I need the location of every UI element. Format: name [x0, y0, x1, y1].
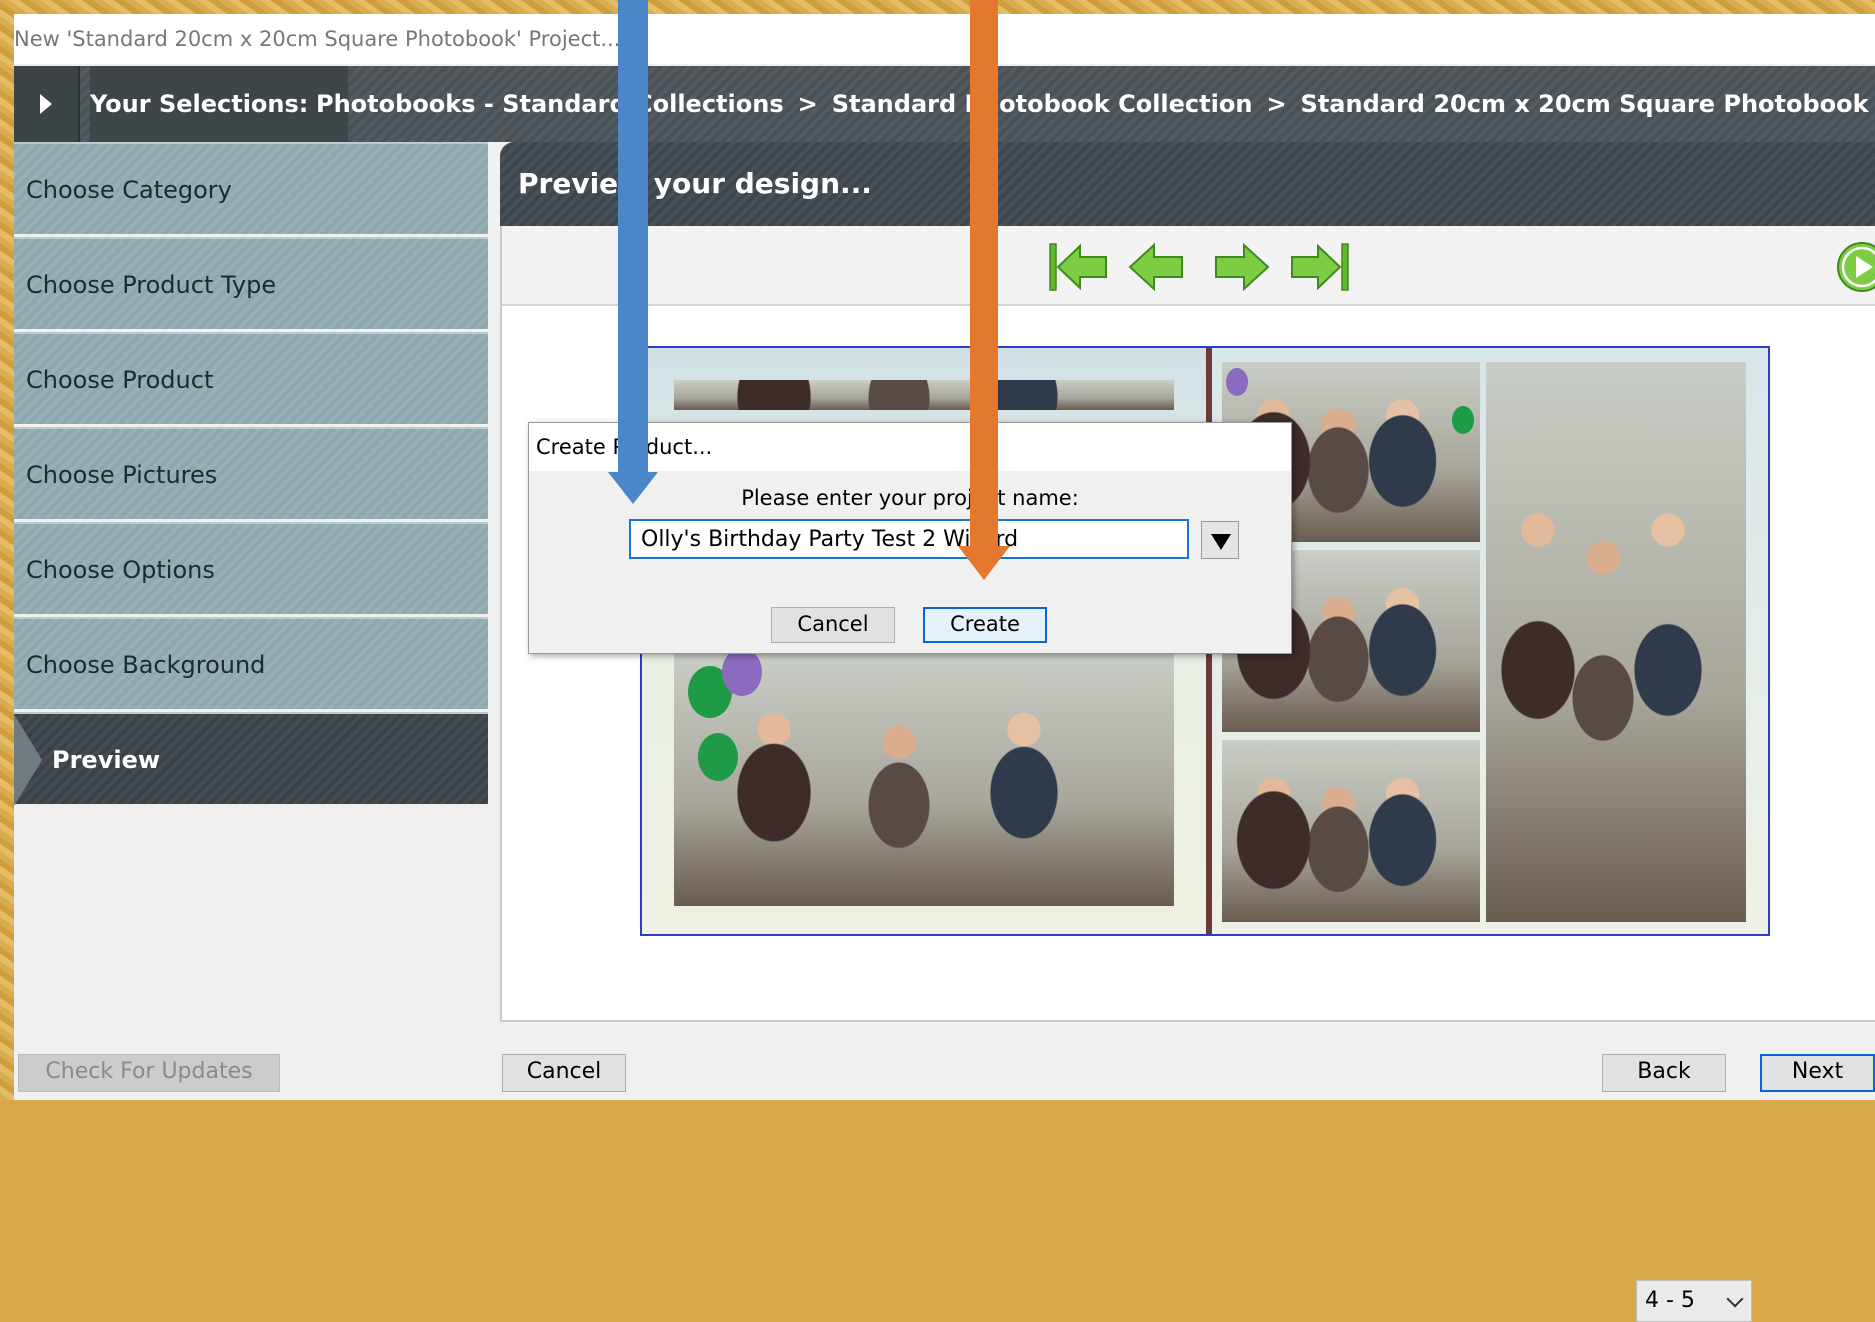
chevron-down-icon [1726, 1290, 1744, 1308]
balloon-decoration [698, 733, 738, 781]
window-title-bar: New 'Standard 20cm x 20cm Square Photobo… [14, 14, 1875, 64]
step-choose-options[interactable]: Choose Options [14, 522, 488, 614]
annotation-arrow-blue [608, 0, 658, 504]
breadcrumb-item-category[interactable]: Photobooks - Standard Collections [316, 90, 784, 118]
previous-page-icon[interactable] [1126, 240, 1188, 294]
last-page-icon[interactable] [1288, 240, 1350, 294]
app-window: New 'Standard 20cm x 20cm Square Photobo… [14, 14, 1875, 1322]
step-choose-category[interactable]: Choose Category [14, 142, 488, 234]
check-for-updates-button[interactable]: Check For Updates [18, 1054, 280, 1092]
balloon-decoration [1226, 368, 1248, 396]
expand-arrow-icon[interactable] [14, 66, 80, 142]
photo-couple-portrait [1486, 362, 1746, 922]
step-choose-product[interactable]: Choose Product [14, 332, 488, 424]
breadcrumb-separator: > [1266, 90, 1287, 118]
play-slideshow-icon[interactable] [1835, 240, 1875, 294]
photo-top-left [674, 380, 1174, 410]
step-choose-product-type[interactable]: Choose Product Type [14, 237, 488, 329]
balloon-decoration [722, 648, 762, 696]
breadcrumb-label: Your Selections: [90, 66, 349, 142]
dialog-cancel-button[interactable]: Cancel [771, 607, 895, 643]
dialog-create-button[interactable]: Create [923, 607, 1047, 643]
back-button[interactable]: Back [1602, 1054, 1726, 1092]
step-preview[interactable]: Preview [14, 712, 488, 806]
first-page-icon[interactable] [1048, 240, 1110, 294]
breadcrumb: Your Selections: Photobooks - Standard C… [14, 66, 1875, 142]
page-title: Preview your design... [500, 142, 1875, 226]
page-range-value: 4 - 5 [1645, 1288, 1695, 1313]
breadcrumb-separator: > [797, 90, 818, 118]
next-button[interactable]: Next [1760, 1054, 1875, 1092]
project-name-input[interactable] [629, 519, 1189, 559]
step-choose-pictures[interactable]: Choose Pictures [14, 427, 488, 519]
balloon-decoration [1452, 406, 1474, 434]
wizard-steps-sidebar: Choose Category Choose Product Type Choo… [14, 142, 488, 807]
photo-cake-table [1222, 740, 1480, 922]
triangle-down-icon [1211, 534, 1231, 550]
project-name-dropdown[interactable] [1201, 521, 1239, 559]
cancel-button[interactable]: Cancel [502, 1054, 626, 1092]
page-range-select[interactable]: 4 - 5 [1636, 1280, 1752, 1322]
breadcrumb-path: Photobooks - Standard Collections > Standa… [316, 66, 1869, 142]
next-page-icon[interactable] [1210, 240, 1272, 294]
preview-toolbar [500, 226, 1875, 306]
window-title: New 'Standard 20cm x 20cm Square Photobo… [14, 27, 621, 51]
step-choose-background[interactable]: Choose Background [14, 617, 488, 709]
breadcrumb-item-collection[interactable]: Standard Photobook Collection [832, 90, 1253, 118]
annotation-arrow-orange [958, 0, 1010, 580]
breadcrumb-item-product[interactable]: Standard 20cm x 20cm Square Photobook [1301, 90, 1869, 118]
preview-canvas: 4 - 5 [500, 306, 1875, 1322]
